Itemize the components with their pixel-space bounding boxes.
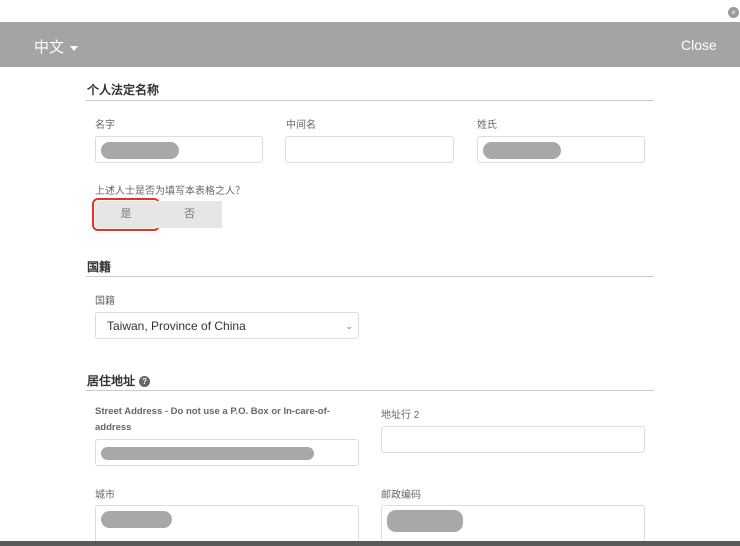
city-label: 城市 xyxy=(95,490,115,501)
taskbar-strip xyxy=(0,541,740,546)
help-icon[interactable]: ? xyxy=(139,376,151,387)
redacted-value xyxy=(387,510,463,532)
city-input[interactable] xyxy=(95,505,359,545)
middle-name-input[interactable] xyxy=(285,136,454,163)
close-button[interactable]: Close xyxy=(681,37,717,53)
divider xyxy=(86,276,654,277)
first-name-input[interactable] xyxy=(95,136,263,163)
redacted-value xyxy=(101,142,179,159)
address-line2-input[interactable] xyxy=(381,426,645,453)
nationality-label: 国籍 xyxy=(95,296,115,307)
language-dropdown[interactable]: 中文 xyxy=(34,36,79,57)
section-title-address: 居住地址? xyxy=(87,372,151,389)
section-title-legal-name: 个人法定名称 xyxy=(87,83,160,97)
caret-down-icon xyxy=(70,45,79,51)
last-name-input[interactable] xyxy=(477,136,645,163)
postal-code-input[interactable] xyxy=(381,505,645,545)
chevron-down-icon: ⌄ xyxy=(345,321,353,331)
street-address-input[interactable] xyxy=(95,439,359,466)
divider xyxy=(86,390,654,391)
last-name-label: 姓氏 xyxy=(477,120,497,131)
section-title-nationality: 国籍 xyxy=(87,260,112,274)
street-address-label: Street Address - Do not use a P.O. Box o… xyxy=(95,406,330,433)
filler-question-label: 上述人士是否为填写本表格之人？ xyxy=(95,186,245,197)
postal-code-label: 邮政编码 xyxy=(381,490,421,501)
redacted-value xyxy=(101,511,172,528)
redacted-value xyxy=(101,447,314,460)
address-title: 居住地址 xyxy=(87,374,136,388)
nationality-value: Taiwan, Province of China xyxy=(107,319,246,333)
first-name-label: 名字 xyxy=(95,120,115,131)
no-button[interactable]: 否 xyxy=(157,201,222,228)
nationality-select[interactable]: Taiwan, Province of China ⌄ xyxy=(95,312,359,339)
middle-name-label: 中间名 xyxy=(286,120,316,131)
divider xyxy=(86,100,654,101)
window-close-icon[interactable]: × xyxy=(728,7,739,18)
language-label: 中文 xyxy=(34,39,65,56)
yes-button[interactable]: 是 xyxy=(92,198,160,231)
redacted-value xyxy=(483,142,561,159)
modal-header xyxy=(0,22,740,67)
address-line2-label: 地址行 2 xyxy=(381,410,420,421)
